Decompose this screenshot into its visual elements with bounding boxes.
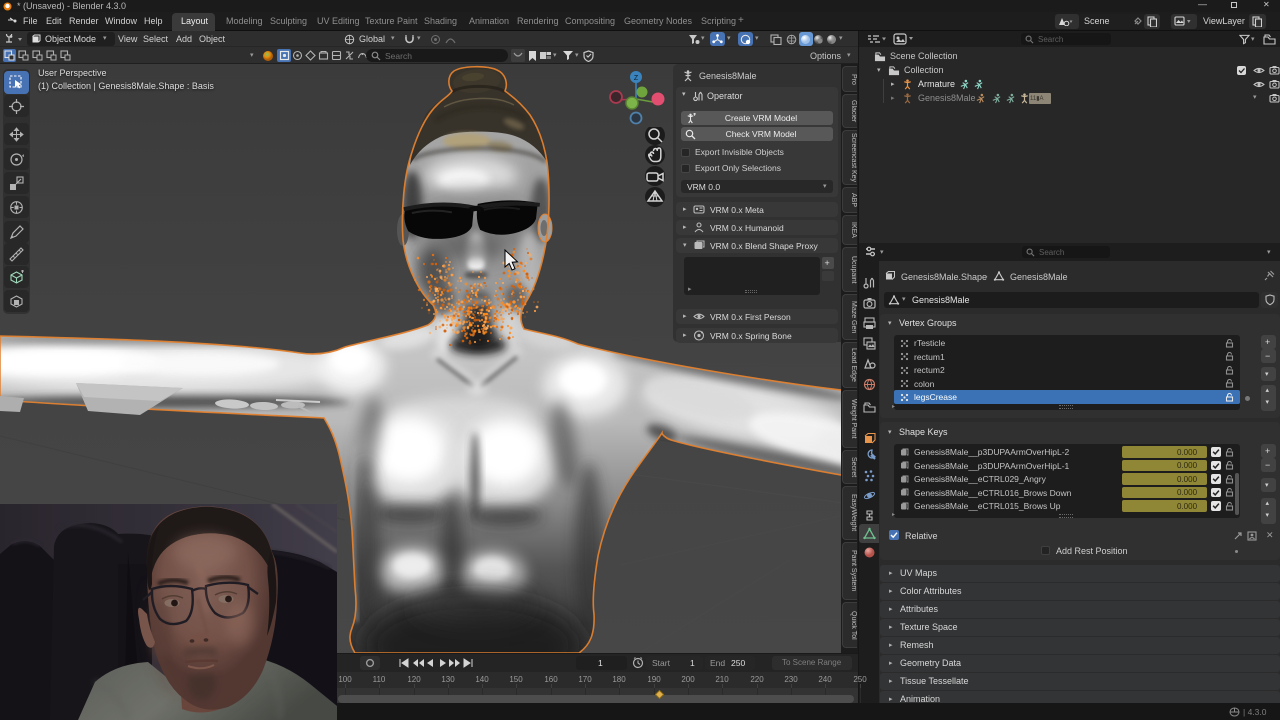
svg-text:Z: Z — [634, 75, 639, 82]
